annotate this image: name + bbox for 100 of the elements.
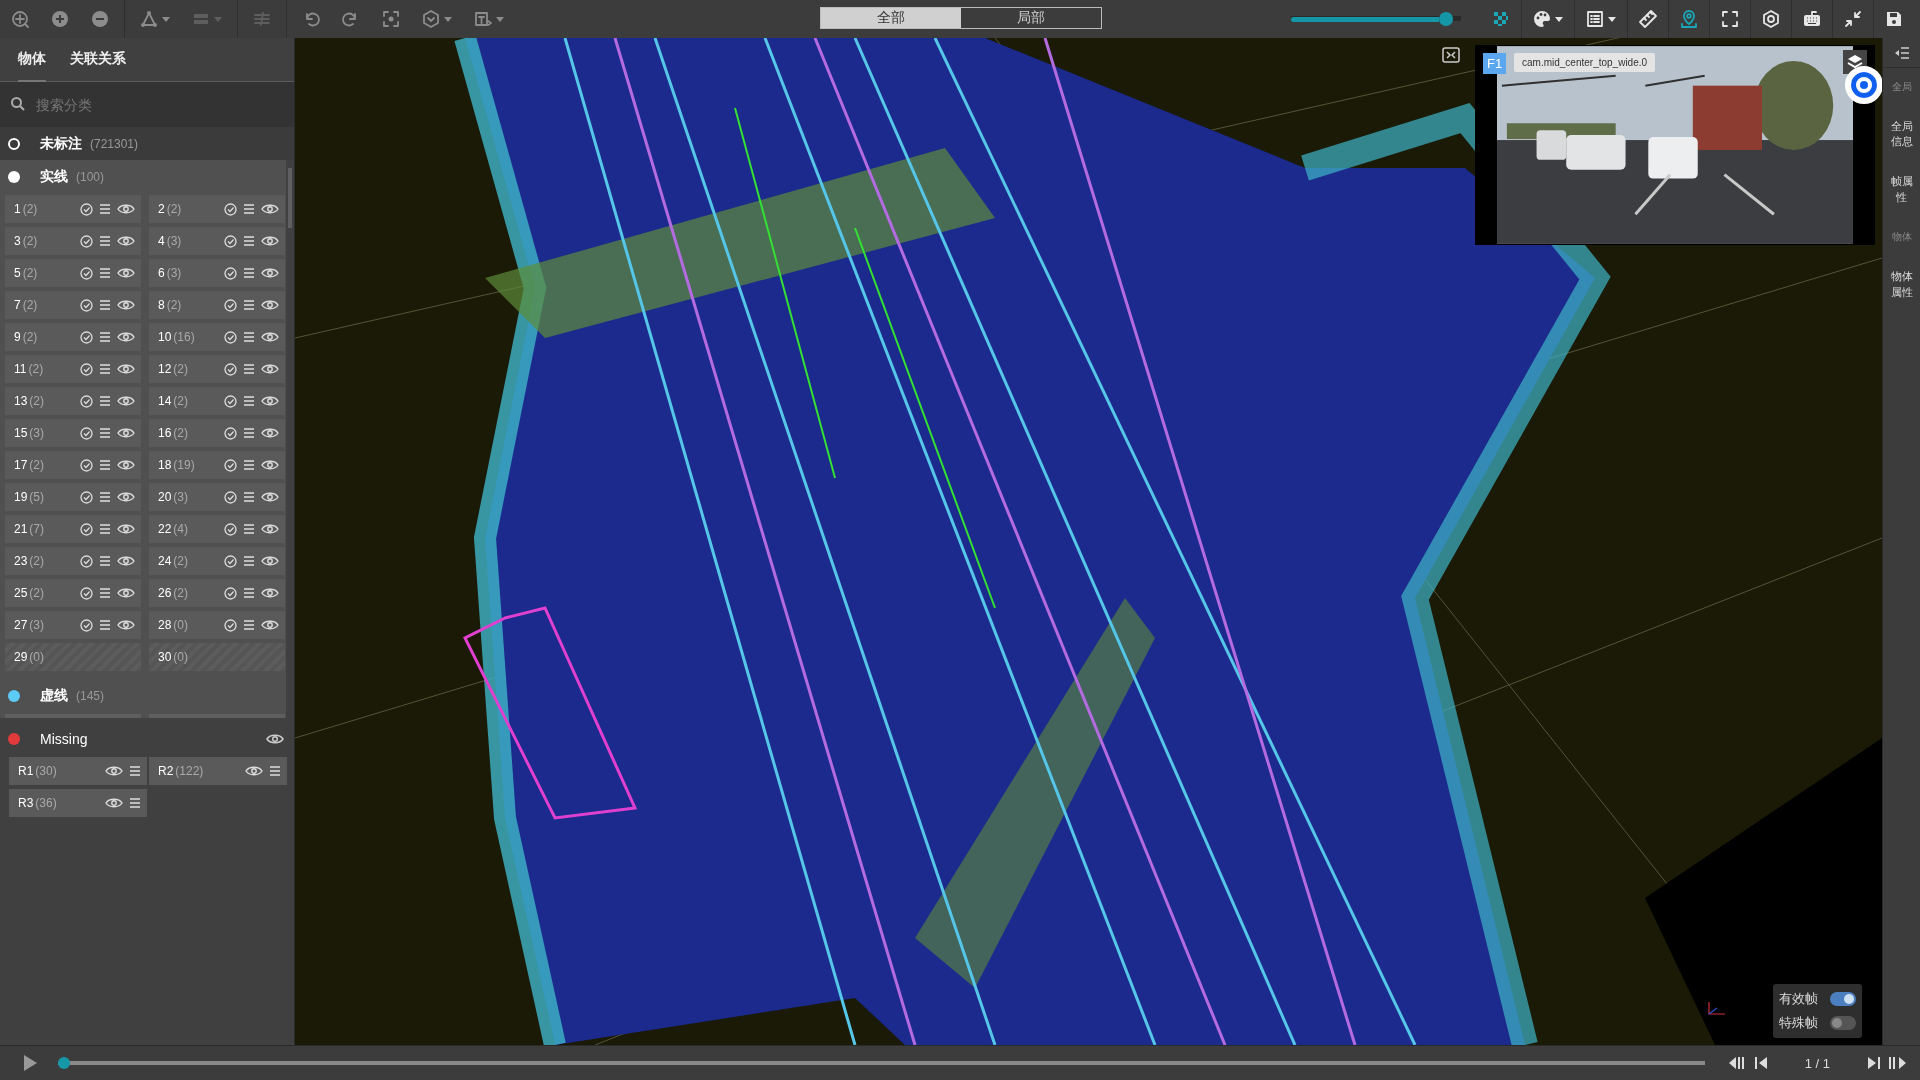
menu-icon[interactable] [243, 235, 255, 247]
check-circle-icon[interactable] [80, 586, 93, 600]
check-circle-icon[interactable] [80, 394, 93, 408]
menu-icon[interactable] [243, 363, 255, 375]
side-tab[interactable]: 帧属性 [1889, 162, 1914, 219]
instance-item[interactable]: 8 (2) [149, 291, 285, 319]
check-circle-icon[interactable] [224, 426, 237, 440]
instance-item[interactable]: 27 (3) [5, 611, 141, 639]
menu-icon[interactable] [99, 395, 111, 407]
instance-item[interactable]: 28 (0) [149, 611, 285, 639]
eye-icon[interactable] [117, 587, 135, 599]
eye-icon[interactable] [117, 555, 135, 567]
menu-icon[interactable] [99, 459, 111, 471]
category-name[interactable]: 虚线 [40, 686, 68, 705]
instance-item[interactable]: 7 (2) [5, 291, 141, 319]
eye-icon[interactable] [117, 363, 135, 375]
eye-icon[interactable] [117, 235, 135, 247]
menu-icon[interactable] [243, 491, 255, 503]
check-circle-icon[interactable] [224, 330, 237, 344]
eye-icon[interactable] [261, 299, 279, 311]
eye-icon[interactable] [261, 491, 279, 503]
eye-icon[interactable] [261, 235, 279, 247]
play-icon[interactable] [22, 1054, 38, 1072]
instance-item[interactable]: 13 (2) [5, 387, 141, 415]
side-tab[interactable]: 全局信息 [1889, 106, 1914, 163]
instance-item[interactable]: 24 (2) [149, 547, 285, 575]
menu-icon[interactable] [243, 299, 255, 311]
check-circle-icon[interactable] [80, 522, 93, 536]
eye-icon[interactable] [117, 267, 135, 279]
menu-icon[interactable] [99, 523, 111, 535]
eye-icon[interactable] [117, 523, 135, 535]
instance-item[interactable]: 3 (2) [5, 227, 141, 255]
menu-icon[interactable] [99, 203, 111, 215]
check-circle-icon[interactable] [80, 554, 93, 568]
instance-item[interactable]: 18 (19) [149, 451, 285, 479]
check-circle-icon[interactable] [224, 458, 237, 472]
menu-icon[interactable] [243, 427, 255, 439]
menu-icon[interactable] [99, 587, 111, 599]
eye-icon[interactable] [117, 331, 135, 343]
check-circle-icon[interactable] [80, 362, 93, 376]
check-circle-icon[interactable] [224, 522, 237, 536]
instance-item[interactable]: 26 (2) [149, 579, 285, 607]
eye-icon[interactable] [117, 491, 135, 503]
instance-item[interactable]: 15 (3) [5, 419, 141, 447]
menu-icon[interactable] [99, 299, 111, 311]
eye-icon[interactable] [105, 797, 123, 809]
menu-icon[interactable] [243, 395, 255, 407]
instance-item[interactable]: 11 (2) [5, 355, 141, 383]
instance-item[interactable]: 14 (2) [149, 387, 285, 415]
eye-icon[interactable] [261, 587, 279, 599]
menu-icon[interactable] [243, 587, 255, 599]
menu-icon[interactable] [99, 619, 111, 631]
menu-icon[interactable] [269, 765, 281, 777]
category-name[interactable]: Missing [40, 730, 88, 747]
radio-circle[interactable] [8, 137, 20, 150]
check-circle-icon[interactable] [80, 266, 93, 280]
menu-icon[interactable] [99, 267, 111, 279]
check-circle-icon[interactable] [80, 426, 93, 440]
check-circle-icon[interactable] [224, 394, 237, 408]
instance-item[interactable]: 5 (2) [5, 259, 141, 287]
menu-icon[interactable] [243, 203, 255, 215]
instance-item[interactable]: R2 (122) [149, 757, 287, 785]
category-name[interactable]: 未标注 [40, 134, 82, 153]
category-name[interactable]: 实线 [40, 167, 68, 186]
eye-icon[interactable] [261, 555, 279, 567]
menu-icon[interactable] [99, 235, 111, 247]
instance-item[interactable]: 1 (2) [5, 195, 141, 223]
check-circle-icon[interactable] [80, 490, 93, 504]
eye-icon[interactable] [261, 459, 279, 471]
instance-item[interactable]: 16 (2) [149, 419, 285, 447]
menu-icon[interactable] [243, 619, 255, 631]
eye-icon[interactable] [117, 299, 135, 311]
eye-icon[interactable] [266, 732, 284, 745]
check-circle-icon[interactable] [224, 554, 237, 568]
menu-icon[interactable] [243, 459, 255, 471]
check-circle-icon[interactable] [224, 362, 237, 376]
menu-icon[interactable] [243, 267, 255, 279]
step-back-icon[interactable] [1752, 1056, 1769, 1070]
instance-item[interactable]: 22 (4) [149, 515, 285, 543]
eye-icon[interactable] [261, 363, 279, 375]
eye-icon[interactable] [245, 765, 263, 777]
eye-icon[interactable] [117, 427, 135, 439]
instance-item[interactable]: 21 (7) [5, 515, 141, 543]
menu-icon[interactable] [243, 523, 255, 535]
instance-item[interactable]: 2 (2) [149, 195, 285, 223]
instance-item[interactable]: 25 (2) [5, 579, 141, 607]
instance-item[interactable]: 17 (2) [5, 451, 141, 479]
eye-icon[interactable] [261, 427, 279, 439]
menu-icon[interactable] [243, 555, 255, 567]
check-circle-icon[interactable] [224, 202, 237, 216]
menu-icon[interactable] [129, 765, 141, 777]
view-mode-tab[interactable]: 全部 [821, 8, 961, 28]
menu-icon[interactable] [243, 331, 255, 343]
timeline-thumb[interactable] [58, 1057, 70, 1069]
eye-icon[interactable] [117, 395, 135, 407]
menu-icon[interactable] [129, 797, 141, 809]
eye-icon[interactable] [117, 203, 135, 215]
instance-item[interactable]: 9 (2) [5, 323, 141, 351]
check-circle-icon[interactable] [80, 330, 93, 344]
check-circle-icon[interactable] [224, 490, 237, 504]
